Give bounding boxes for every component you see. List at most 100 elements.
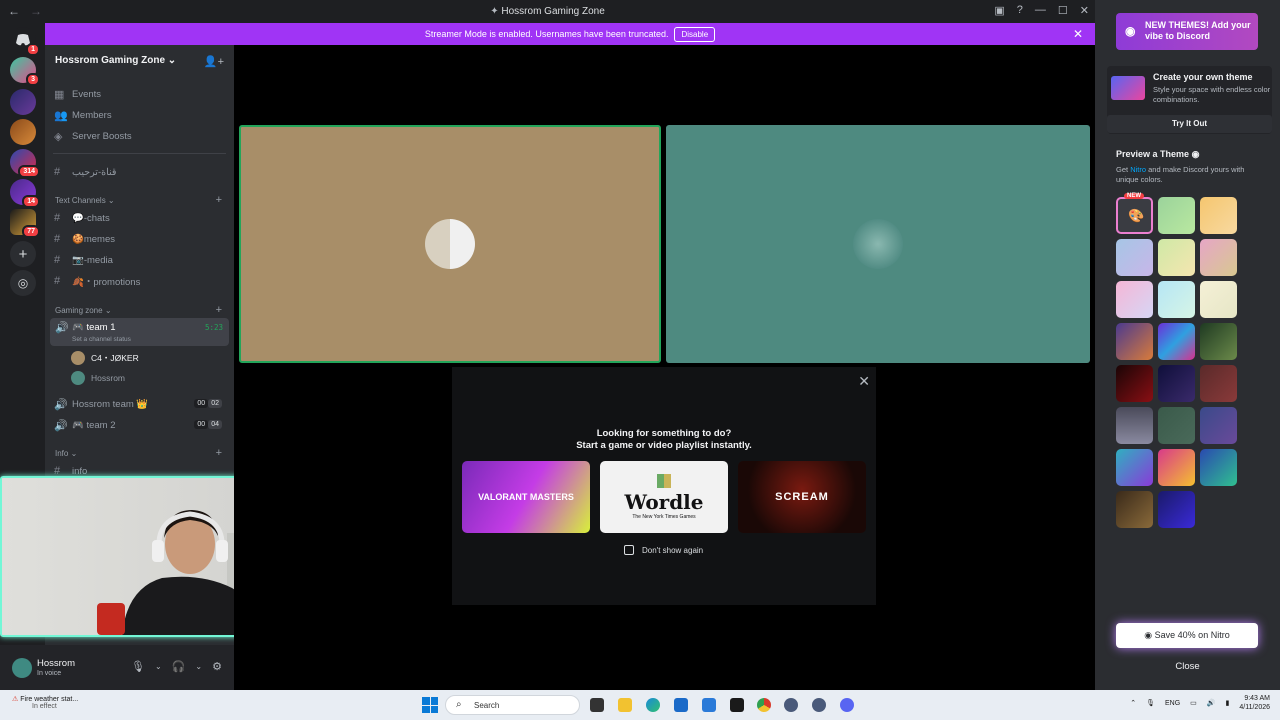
store-icon[interactable]: [674, 698, 688, 712]
add-channel-icon[interactable]: +: [216, 194, 222, 206]
monitor-icon[interactable]: ▭: [1190, 699, 1197, 707]
start-button[interactable]: [422, 697, 438, 713]
save-nitro-button[interactable]: ◉ Save 40% on Nitro: [1116, 623, 1258, 648]
system-tray: ⌃ 🎙 ENG ▭ 🔊 ▮ 9:43 AM 4/11/2026: [1130, 694, 1270, 712]
maximize-button[interactable]: ☐: [1058, 4, 1068, 17]
category-text-channels[interactable]: Text Channels ⌄: [55, 196, 115, 205]
server-icon-6[interactable]: 77: [10, 209, 40, 238]
activity-card-wordle[interactable]: Wordle The New York Times Games: [600, 461, 728, 533]
mic-icon[interactable]: 🎙: [131, 660, 145, 673]
theme-swatch[interactable]: [1116, 365, 1153, 402]
edge-icon[interactable]: [646, 698, 660, 712]
sidebar-item-boosts[interactable]: ◈ Server Boosts: [54, 128, 132, 144]
disable-streamer-button[interactable]: Disable: [674, 26, 716, 42]
category-gaming-zone[interactable]: Gaming zone ⌄: [55, 306, 112, 315]
theme-swatch[interactable]: [1158, 491, 1195, 528]
taskbar-search[interactable]: ⌕ Search: [445, 695, 580, 715]
channel-media[interactable]: # 📷-media: [54, 252, 113, 268]
theme-swatch[interactable]: [1200, 239, 1237, 276]
app-icon[interactable]: [730, 698, 744, 712]
theme-swatch[interactable]: [1116, 281, 1153, 318]
theme-swatch[interactable]: [1116, 323, 1153, 360]
voice-channel-team1[interactable]: 🔊 🎮 team 1 5:23 Set a channel status: [50, 318, 229, 346]
task-view-icon[interactable]: [590, 698, 604, 712]
sidebar-item-members[interactable]: 👥 Members: [54, 107, 112, 123]
inbox-icon[interactable]: ▣: [994, 4, 1004, 17]
new-themes-banner[interactable]: ◉ NEW THEMES! Add your vibe to Discord: [1116, 13, 1258, 50]
nitro-link[interactable]: Nitro: [1130, 165, 1146, 174]
discord-icon[interactable]: [840, 698, 854, 712]
theme-swatch[interactable]: [1158, 449, 1195, 486]
mic-icon[interactable]: 🎙: [1146, 699, 1155, 707]
theme-swatch[interactable]: [1158, 197, 1195, 234]
discover-icon[interactable]: ◎: [10, 270, 36, 296]
chevron-down-icon[interactable]: ⌄: [195, 662, 202, 673]
server-icon-5[interactable]: 14: [10, 179, 40, 208]
theme-swatch[interactable]: [1200, 323, 1237, 360]
theme-swatch[interactable]: [1200, 197, 1237, 234]
clock[interactable]: 9:43 AM 4/11/2026: [1239, 694, 1270, 712]
theme-swatch[interactable]: [1200, 407, 1237, 444]
minimize-button[interactable]: —: [1035, 4, 1046, 17]
close-window-button[interactable]: ✕: [1080, 4, 1089, 17]
add-channel-icon[interactable]: +: [216, 447, 222, 459]
search-icon: ⌕: [456, 699, 462, 710]
dont-show-again-checkbox[interactable]: Don't show again: [624, 545, 703, 555]
video-tile-speaking[interactable]: [239, 125, 661, 363]
add-server-icon[interactable]: +: [10, 241, 36, 267]
sidebar-item-events[interactable]: ▦ Events: [54, 86, 101, 102]
activity-card-scream[interactable]: SCREAM: [738, 461, 866, 533]
voice-channel-team2[interactable]: 🔊 🎮 team 2: [54, 417, 116, 433]
help-icon[interactable]: ?: [1017, 4, 1023, 17]
voice-member[interactable]: C4・JØKER: [71, 351, 139, 365]
server-icon-4[interactable]: 314: [10, 149, 40, 178]
close-icon[interactable]: ✕: [858, 373, 870, 390]
guild-header[interactable]: Hossrom Gaming Zone ⌄: [55, 55, 176, 66]
chevron-down-icon[interactable]: ⌄: [155, 662, 162, 673]
windows-taskbar: ⚠ Fire weather stat... In effect ⌕ Search…: [0, 690, 1280, 720]
steam-icon[interactable]: [784, 698, 798, 712]
channel-chats[interactable]: # 💬-chats: [54, 210, 110, 226]
avatar[interactable]: [12, 658, 32, 678]
channel-welcome[interactable]: # قناة-ترحيب: [54, 164, 116, 180]
theme-swatch[interactable]: [1116, 239, 1153, 276]
discord-home-icon[interactable]: 1: [10, 27, 40, 56]
channel-promotions[interactable]: # 🍂・promotions: [54, 273, 140, 289]
steam-icon[interactable]: [812, 698, 826, 712]
file-explorer-icon[interactable]: [618, 698, 632, 712]
try-it-out-button[interactable]: Try It Out: [1107, 115, 1272, 133]
theme-swatch[interactable]: [1200, 365, 1237, 402]
theme-swatch[interactable]: [1158, 365, 1195, 402]
chevron-up-icon[interactable]: ⌃: [1130, 699, 1136, 707]
channel-memes[interactable]: # 🍪memes: [54, 231, 115, 247]
theme-swatch[interactable]: [1158, 239, 1195, 276]
server-icon-2[interactable]: [10, 89, 36, 115]
theme-swatch[interactable]: [1158, 323, 1195, 360]
theme-swatch[interactable]: [1200, 449, 1237, 486]
app-icon[interactable]: [702, 698, 716, 712]
theme-swatch[interactable]: [1116, 491, 1153, 528]
close-button[interactable]: Close: [1095, 661, 1280, 672]
server-icon-1[interactable]: 3: [10, 57, 40, 86]
theme-swatch[interactable]: [1158, 281, 1195, 318]
theme-swatch[interactable]: NEW 🎨: [1116, 193, 1153, 234]
headphones-icon[interactable]: 🎧: [172, 660, 186, 673]
theme-swatch[interactable]: [1158, 407, 1195, 444]
theme-swatch[interactable]: [1116, 449, 1153, 486]
video-tile[interactable]: [666, 125, 1090, 363]
chrome-icon[interactable]: [757, 698, 771, 712]
activity-card-valorant[interactable]: VALORANT MASTERS: [462, 461, 590, 533]
theme-swatch[interactable]: [1200, 281, 1237, 318]
battery-icon[interactable]: ▮: [1226, 699, 1230, 707]
weather-widget[interactable]: ⚠ Fire weather stat... In effect: [12, 695, 78, 710]
add-channel-icon[interactable]: +: [216, 304, 222, 316]
theme-swatch[interactable]: [1116, 407, 1153, 444]
category-info[interactable]: Info ⌄: [55, 449, 77, 458]
voice-channel-hossrom-team[interactable]: 🔊 Hossrom team 👑: [54, 396, 148, 412]
volume-icon[interactable]: 🔊: [1207, 699, 1216, 707]
invite-icon[interactable]: 👤+: [204, 55, 224, 68]
voice-member[interactable]: Hossrom: [71, 371, 125, 385]
server-icon-3[interactable]: [10, 119, 36, 145]
gear-icon[interactable]: ⚙: [212, 660, 222, 673]
close-banner-icon[interactable]: ✕: [1073, 27, 1083, 41]
